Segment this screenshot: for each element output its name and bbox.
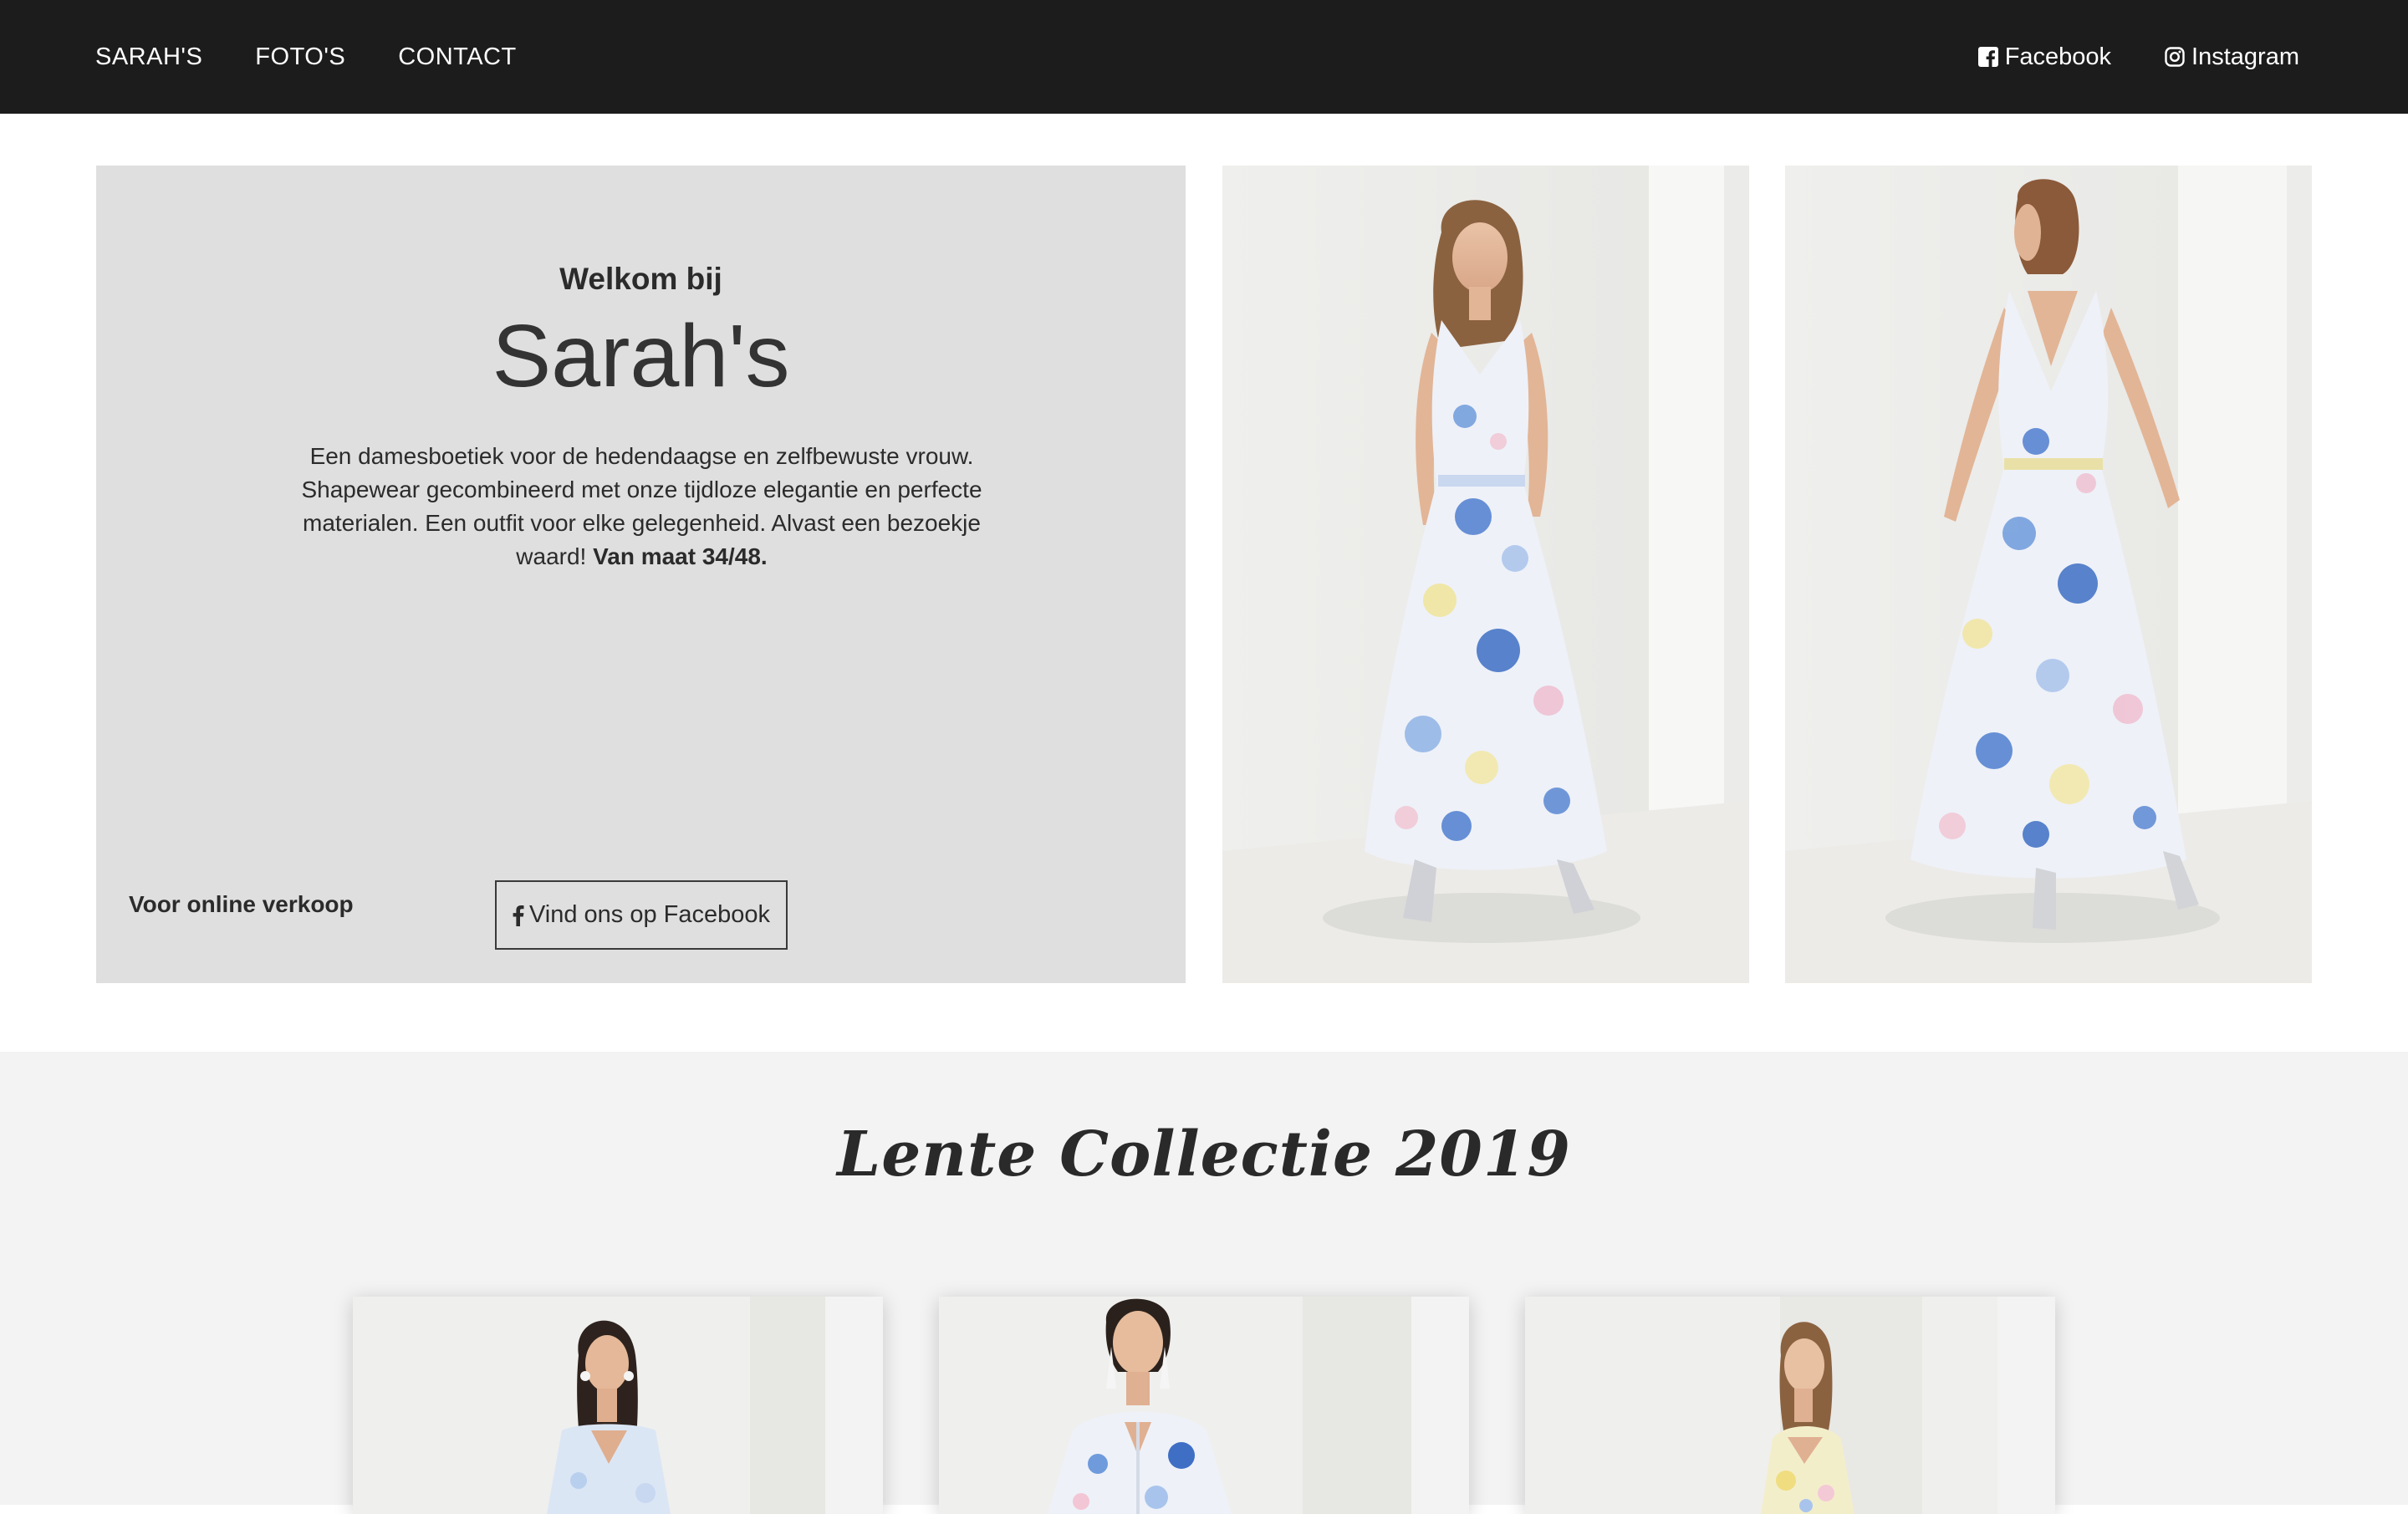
hero-photo-back xyxy=(1785,166,2312,983)
hero-description: Een damesboetiek voor de hedendaagse en … xyxy=(297,440,987,573)
hero-photo-front xyxy=(1222,166,1749,983)
hero-welcome-text: Welkom bij xyxy=(559,262,722,296)
collection-card-1[interactable] xyxy=(353,1297,883,1514)
collection-card-3[interactable] xyxy=(1525,1297,2055,1514)
facebook-f-icon xyxy=(513,905,524,926)
instagram-link[interactable]: Instagram xyxy=(2165,43,2299,71)
collection-card-2[interactable] xyxy=(939,1297,1469,1514)
nav-link-contact[interactable]: CONTACT xyxy=(398,43,517,71)
top-navbar: SARAH'S FOTO'S CONTACT Facebook Instagra… xyxy=(0,0,2408,114)
facebook-square-icon xyxy=(1977,47,1998,67)
instagram-link-label: Instagram xyxy=(2191,43,2299,70)
main-nav: SARAH'S FOTO'S CONTACT xyxy=(95,0,569,114)
collection-title: Lente Collectie 2019 xyxy=(837,1119,1571,1190)
social-nav: Facebook Instagram xyxy=(1925,0,2299,114)
find-us-on-facebook-button[interactable]: Vind ons op Facebook xyxy=(495,880,788,950)
facebook-button-label: Vind ons op Facebook xyxy=(528,901,771,928)
online-sales-label: Voor online verkoop xyxy=(129,891,354,917)
hero-size-note: Van maat 34/48. xyxy=(593,543,768,569)
nav-link-fotos[interactable]: FOTO'S xyxy=(255,43,345,71)
instagram-icon xyxy=(2165,47,2185,67)
collection-section: Lente Collectie 2019 xyxy=(0,1052,2408,1514)
facebook-link[interactable]: Facebook xyxy=(1977,43,2112,71)
hero-title: Sarah's xyxy=(492,307,790,405)
facebook-link-label: Facebook xyxy=(2004,43,2112,70)
nav-link-sarahs[interactable]: SARAH'S xyxy=(95,43,202,71)
hero-panel: Welkom bij Sarah's Een damesboetiek voor… xyxy=(96,166,1186,983)
